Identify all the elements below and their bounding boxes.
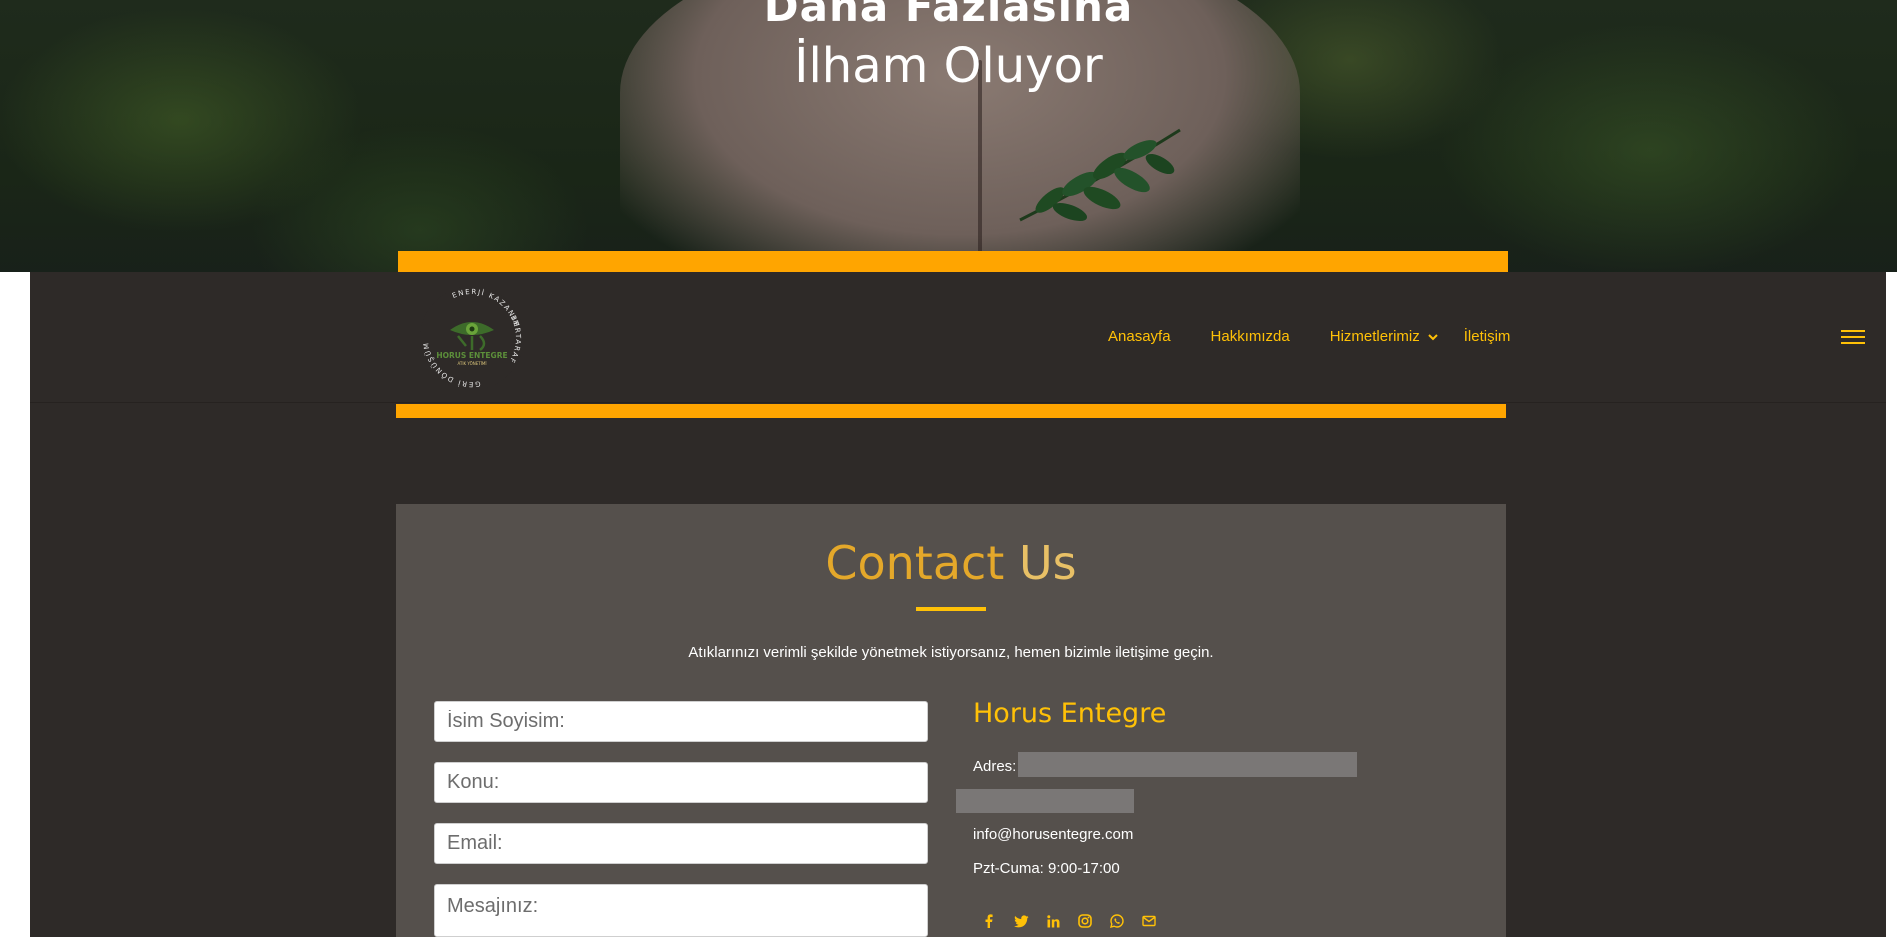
hero-title-line1: Daha Fazlasına <box>763 0 1134 31</box>
nav-item-iletisim[interactable]: İletişim <box>1464 328 1511 345</box>
twitter-icon[interactable] <box>1012 912 1030 930</box>
site-header <box>30 272 1886 403</box>
email-field[interactable] <box>434 823 928 864</box>
contact-title-word1: Contact <box>825 536 1005 590</box>
contact-description: Atıklarınızı verimli şekilde yönetmek is… <box>688 644 1214 661</box>
facebook-icon[interactable] <box>980 912 998 930</box>
working-hours: Pzt-Cuma: 9:00-17:00 <box>973 860 1120 877</box>
address-label: Adres: <box>973 758 1017 775</box>
contact-title: Contact Us <box>396 536 1506 590</box>
nav-item-hakkimizda[interactable]: Hakkımızda <box>1211 328 1290 345</box>
address-redacted-line2 <box>956 789 1134 813</box>
header-accent-bar-top <box>398 251 1508 273</box>
message-field[interactable] <box>434 884 928 937</box>
leaf-icon <box>1019 128 1181 222</box>
company-name: Horus Entegre <box>973 698 1167 729</box>
hero-banner: Daha Fazlasına İlham Oluyor <box>0 0 1897 290</box>
site-logo[interactable]: ENERJİ KAZANIMI GERİ DÖNÜŞÜM BERTARAF HO… <box>418 284 526 392</box>
header-accent-bar-bottom <box>396 404 1506 418</box>
title-underline <box>916 607 986 611</box>
page-gutter-right <box>1886 272 1897 937</box>
nav-item-hizmetlerimiz[interactable]: Hizmetlerimiz <box>1330 328 1438 345</box>
linkedin-icon[interactable] <box>1044 912 1062 930</box>
menu-toggle-icon[interactable] <box>1841 330 1865 346</box>
hero-title-line2: İlham Oluyor <box>794 38 1103 94</box>
chevron-down-icon <box>1428 333 1438 340</box>
nav-item-hizmetlerimiz-label: Hizmetlerimiz <box>1329 328 1420 345</box>
social-links <box>980 912 1158 930</box>
whatsapp-icon[interactable] <box>1108 912 1126 930</box>
address-redacted <box>1018 752 1357 777</box>
logo-name: HORUS ENTEGRE <box>436 351 507 360</box>
instagram-icon[interactable] <box>1076 912 1094 930</box>
nav-item-anasayfa[interactable]: Anasayfa <box>1108 328 1171 345</box>
name-field[interactable] <box>434 701 928 742</box>
contact-title-word2: Us <box>1018 536 1077 590</box>
page-gutter-left <box>0 272 30 937</box>
subject-field[interactable] <box>434 762 928 803</box>
mail-icon[interactable] <box>1140 912 1158 930</box>
logo-tagline: ATIK YÖNETİMİ <box>457 361 486 366</box>
main-nav: Anasayfa Hakkımızda Hizmetlerimiz İletiş… <box>1108 328 1510 345</box>
contact-email[interactable]: info@horusentegre.com <box>973 826 1133 843</box>
